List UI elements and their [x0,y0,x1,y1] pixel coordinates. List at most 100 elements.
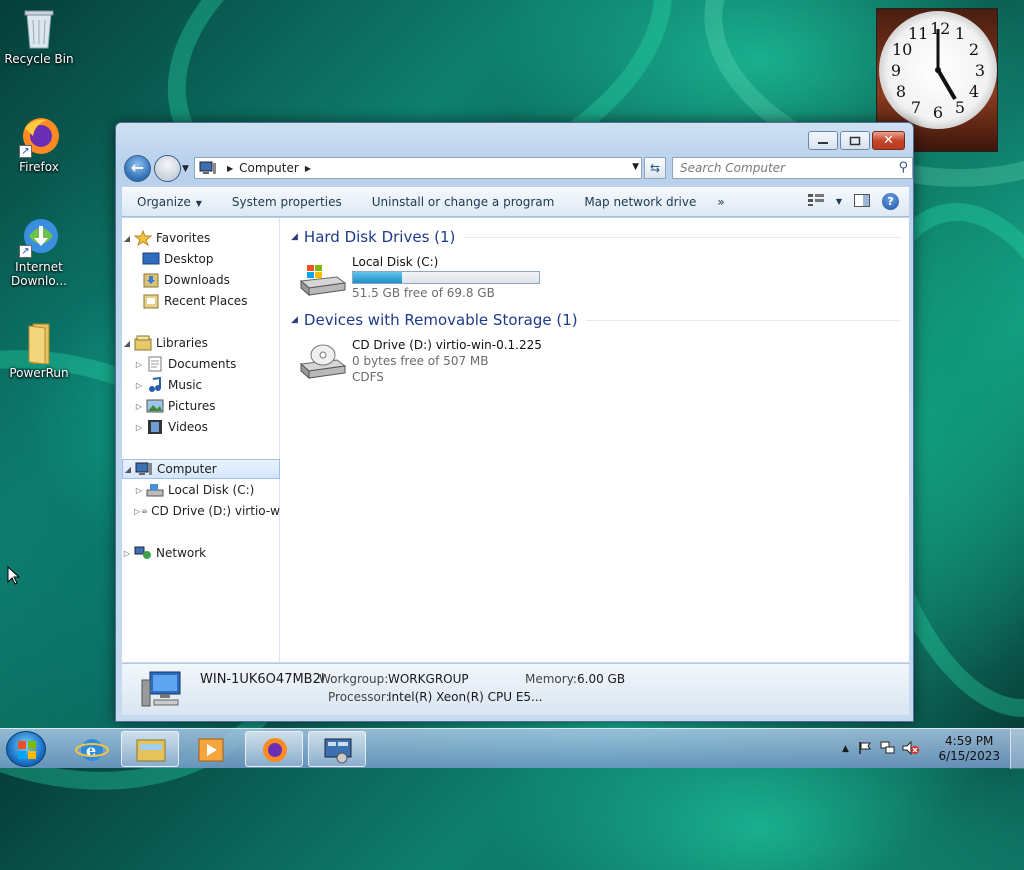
action-center-flag-icon[interactable] [858,741,872,758]
desktop-icon-firefox[interactable]: ↗ Firefox [4,114,74,174]
search-placeholder: Search Computer [680,161,785,175]
group-divider [585,319,901,321]
details-pane: WIN-1UK6O47MB2I Workgroup: WORKGROUP Mem… [122,663,909,715]
documents-icon [148,356,162,372]
nav-item-recent-places[interactable]: Recent Places [122,291,280,311]
group-title: Hard Disk Drives (1) [303,228,456,246]
show-hidden-icons-icon[interactable]: ▲ [842,744,849,754]
taskbar-system-app[interactable] [308,731,366,767]
expand-arrow-icon[interactable]: ◢ [122,339,132,348]
collapse-arrow-icon[interactable]: ▷ [134,486,144,495]
nav-item-local-disk[interactable]: ▷ Local Disk (C:) [122,480,280,500]
file-list[interactable]: ◢ Hard Disk Drives (1) Local Disk (C:) 5… [281,218,909,662]
search-input[interactable]: Search Computer ⚲ [672,157,913,179]
group-header-hard-disk-drives[interactable]: ◢ Hard Disk Drives (1) [291,228,901,246]
taskbar-media-player[interactable] [181,731,239,767]
desktop-icon-internet-download-manager[interactable]: ↗ Internet Downlo... [4,214,74,288]
nav-item-favorites[interactable]: ◢ Favorites [122,228,280,248]
videos-icon [148,420,162,434]
nav-item-cd-drive[interactable]: ▷ CD Drive (D:) virtio-w [122,501,280,521]
group-divider [463,236,901,238]
maximize-button[interactable] [840,131,870,150]
taskbar-firefox[interactable] [245,731,303,767]
processor-label: Processor: [328,690,390,704]
back-button[interactable]: ← [124,155,151,182]
nav-item-music[interactable]: ▷ Music [122,375,280,395]
nav-item-label: Recent Places [164,294,248,308]
expand-arrow-icon[interactable]: ◢ [122,234,132,243]
refresh-button[interactable]: ⇆ [644,157,666,179]
collapse-group-icon[interactable]: ◢ [291,315,298,325]
chevron-down-icon: ▼ [195,199,202,208]
nav-item-downloads[interactable]: Downloads [122,270,280,290]
map-network-drive-button[interactable]: Map network drive [569,195,711,209]
start-button[interactable] [6,731,46,767]
nav-item-label: Computer [157,462,217,476]
drive-free-space: 0 bytes free of 507 MB [352,354,489,368]
clock-hands [935,29,957,101]
nav-item-label: Desktop [164,252,214,266]
nav-item-desktop[interactable]: Desktop [122,249,280,269]
more-commands-button[interactable]: » [711,195,730,209]
drive-name: CD Drive (D:) virtio-win-0.1.225 [352,338,542,352]
explorer-window[interactable]: ✕ ← ▼ ▶ Computer ▶ ▼ ⇆ Search Computer ⚲… [115,122,914,722]
taskbar-date: 6/15/2023 [938,749,1000,763]
search-icon[interactable]: ⚲ [898,160,908,175]
breadcrumb-separator[interactable]: ▶ [227,164,233,173]
collapse-arrow-icon[interactable]: ▷ [134,423,144,432]
group-title: Devices with Removable Storage (1) [303,311,578,329]
breadcrumb-computer[interactable]: Computer [239,161,299,175]
taskbar-time: 4:59 PM [945,734,994,748]
cd-drive-icon [142,508,148,513]
network-icon[interactable] [880,741,896,758]
hard-drive-icon [146,484,164,497]
help-icon[interactable]: ? [882,193,899,210]
forward-button[interactable] [154,155,181,182]
minimize-button[interactable] [808,131,838,150]
organize-button[interactable]: Organize ▼ [122,195,217,209]
expand-arrow-icon[interactable]: ◢ [123,465,133,474]
collapse-arrow-icon[interactable]: ▷ [134,360,144,369]
windows-explorer-icon [136,739,166,762]
collapse-group-icon[interactable]: ◢ [291,232,298,242]
nav-item-computer[interactable]: ◢ Computer [122,459,280,479]
taskbar-internet-explorer[interactable]: e [62,731,120,767]
desktop-icon-recycle-bin[interactable]: Recycle Bin [4,6,74,66]
nav-item-label: Music [168,378,203,392]
nav-item-pictures[interactable]: ▷ Pictures [122,396,280,416]
address-history-dropdown[interactable]: ▼ [632,162,639,172]
internet-explorer-icon: e [75,739,109,761]
collapse-arrow-icon[interactable]: ▷ [134,507,140,516]
navigation-pane[interactable]: ◢ Favorites Desktop Downloads Recent Pla… [122,218,280,662]
change-view-icon[interactable] [807,194,824,209]
collapse-arrow-icon[interactable]: ▷ [122,549,132,558]
clock-display[interactable]: 4:59 PM 6/15/2023 [938,734,1000,764]
show-desktop-button[interactable] [1010,729,1024,769]
uninstall-program-button[interactable]: Uninstall or change a program [357,195,570,209]
close-button[interactable]: ✕ [872,131,905,150]
taskbar-windows-explorer[interactable] [121,731,179,767]
command-bar: Organize ▼ System properties Uninstall or… [122,187,909,217]
view-controls: ▼ ? [807,193,899,210]
collapse-arrow-icon[interactable]: ▷ [134,381,144,390]
desktop-icon [142,252,160,265]
recent-pages-dropdown[interactable]: ▼ [182,164,189,174]
network-icon [134,546,151,559]
computer-icon [199,161,216,174]
view-dropdown-icon[interactable]: ▼ [836,197,842,206]
hard-drive-icon [299,265,347,297]
content-area: ◢ Favorites Desktop Downloads Recent Pla… [122,218,909,662]
nav-item-videos[interactable]: ▷ Videos [122,417,280,437]
system-properties-button[interactable]: System properties [217,195,357,209]
desktop-icon-powerrun[interactable]: PowerRun [4,320,74,380]
shortcut-arrow-icon: ↗ [19,245,32,258]
volume-muted-icon[interactable] [902,740,920,758]
nav-item-network[interactable]: ▷ Network [122,543,280,563]
breadcrumb-separator[interactable]: ▶ [305,164,311,173]
collapse-arrow-icon[interactable]: ▷ [134,402,144,411]
preview-pane-icon[interactable] [854,193,870,210]
nav-item-documents[interactable]: ▷ Documents [122,354,280,374]
nav-item-libraries[interactable]: ◢ Libraries [122,333,280,353]
address-bar[interactable]: ▶ Computer ▶ ▼ [194,157,642,179]
group-header-removable-storage[interactable]: ◢ Devices with Removable Storage (1) [291,311,901,329]
